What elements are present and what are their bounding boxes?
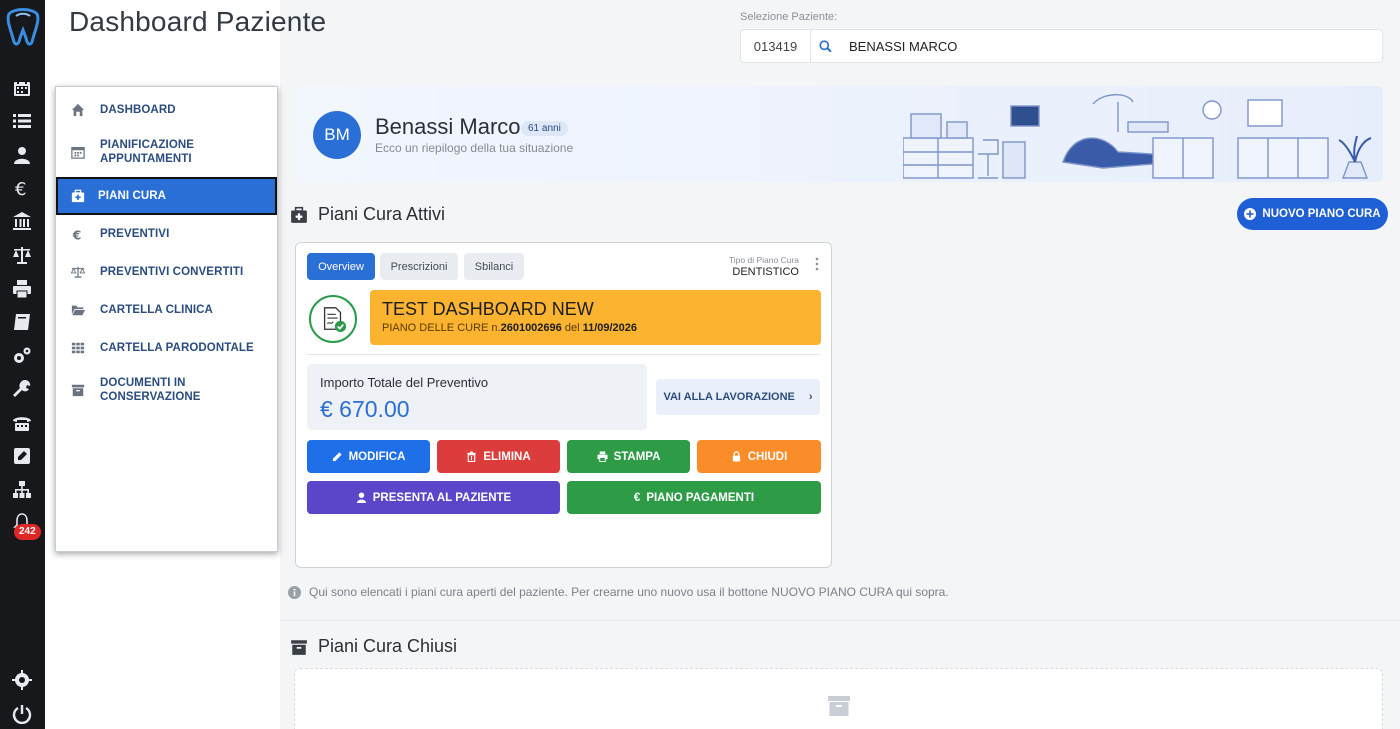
- sidebar-item-cartella-clinica[interactable]: CARTELLA CLINICA: [56, 299, 277, 321]
- archive-icon: [290, 638, 308, 656]
- tab-overview[interactable]: Overview: [307, 253, 375, 280]
- svg-text:€: €: [72, 228, 82, 241]
- sidebar-item-cartella-parodontale[interactable]: CARTELLA PARODONTALE: [56, 337, 277, 359]
- sidebar-item-dashboard[interactable]: DASHBOARD: [56, 99, 277, 121]
- modifica-button[interactable]: MODIFICA: [307, 440, 430, 473]
- book-icon[interactable]: [10, 310, 34, 334]
- total-box: Importo Totale del Preventivo € 670.00: [307, 364, 647, 430]
- total-value: € 670.00: [320, 396, 410, 422]
- user-icon: [356, 492, 366, 503]
- chevron-right-icon: ›: [808, 391, 813, 403]
- info-note: Qui sono elencati i piani cura aperti de…: [288, 585, 949, 599]
- sitemap-icon[interactable]: [10, 478, 34, 502]
- euro-icon[interactable]: €: [10, 176, 34, 200]
- sidebar-item-preventivi-convertiti[interactable]: PREVENTIVI CONVERTITI: [56, 261, 277, 283]
- plan-subtitle: PIANO DELLE CURE n.2601002696 del 11/09/…: [382, 322, 638, 334]
- info-icon: [288, 585, 301, 599]
- settings-icon[interactable]: [10, 668, 34, 692]
- grid-icon: [56, 341, 100, 355]
- closed-plans-empty: [294, 668, 1383, 729]
- tab-sbilanci[interactable]: Sbilanci: [464, 253, 524, 280]
- total-label: Importo Totale del Preventivo: [320, 375, 489, 390]
- archive-icon: [828, 696, 850, 716]
- app-logo[interactable]: [4, 6, 42, 48]
- avatar: BM: [313, 111, 361, 159]
- patient-header: BM Benassi Marco 61 anni Ecco un riepilo…: [294, 86, 1383, 182]
- stampa-button[interactable]: STAMPA: [567, 440, 690, 473]
- elimina-button[interactable]: ELIMINA: [437, 440, 560, 473]
- lock-icon: [732, 451, 740, 462]
- patient-code[interactable]: 013419: [741, 30, 811, 62]
- calendar-icon[interactable]: [10, 76, 34, 100]
- edit-icon[interactable]: [10, 444, 34, 468]
- go-to-work-button[interactable]: VAI ALLA LAVORAZIONE ›: [656, 379, 820, 415]
- approved-document-icon: [309, 295, 357, 343]
- divider: [307, 354, 820, 355]
- fax-icon[interactable]: [10, 411, 34, 435]
- scale-icon: [56, 265, 100, 279]
- home-icon: [56, 103, 100, 117]
- folder-open-icon: [56, 303, 100, 317]
- piano-pagamenti-button[interactable]: € PIANO PAGAMENTI: [567, 481, 821, 514]
- plan-banner[interactable]: TEST DASHBOARD NEW PIANO DELLE CURE n.26…: [370, 290, 821, 345]
- printer-icon[interactable]: [10, 277, 34, 301]
- presenta-button[interactable]: PRESENTA AL PAZIENTE: [307, 481, 560, 514]
- section-divider: [280, 620, 1400, 621]
- search-icon[interactable]: [811, 39, 839, 53]
- chiudi-button[interactable]: CHIUDI: [697, 440, 821, 473]
- calendar-icon: [56, 145, 100, 159]
- more-options-icon[interactable]: [815, 257, 819, 271]
- active-plans-title: Piani Cura Attivi: [318, 204, 446, 224]
- patient-select-name[interactable]: BENASSI MARCO: [849, 39, 957, 54]
- patient-subtitle: Ecco un riepilogo della tua situazione: [375, 141, 574, 155]
- patient-name: Benassi Marco: [375, 114, 521, 139]
- power-icon[interactable]: [10, 702, 34, 726]
- page-title: Dashboard Paziente: [69, 6, 327, 37]
- users-icon[interactable]: [10, 143, 34, 167]
- wrench-icon[interactable]: [10, 377, 34, 401]
- plan-type-value: DENTISTICO: [732, 266, 799, 278]
- dental-office-illustration: [903, 94, 1372, 179]
- notification-badge[interactable]: 242: [14, 524, 41, 540]
- scale-icon[interactable]: [10, 243, 34, 267]
- plan-title: TEST DASHBOARD NEW: [382, 299, 594, 319]
- patient-select-field[interactable]: 013419 BENASSI MARCO: [740, 29, 1383, 63]
- euro-icon: €: [56, 227, 100, 241]
- medkit-icon: [290, 206, 308, 224]
- svg-text:€: €: [15, 179, 26, 198]
- plus-circle-icon: [1244, 208, 1257, 220]
- sidebar-item-pianificazione[interactable]: PIANIFICAZIONE APPUNTAMENTI: [56, 137, 277, 167]
- age-badge: 61 anni: [521, 121, 568, 136]
- pencil-icon: [332, 452, 342, 462]
- sidebar-item-preventivi[interactable]: € PREVENTIVI: [56, 223, 277, 245]
- sidebar-item-piani-cura[interactable]: PIANI CURA: [56, 177, 277, 215]
- plan-type-label: Tipo di Piano Cura: [728, 255, 799, 265]
- bank-icon[interactable]: [10, 209, 34, 233]
- patient-select-label: Selezione Paziente:: [740, 11, 838, 23]
- printer-icon: [597, 451, 608, 462]
- cogs-icon[interactable]: [10, 344, 34, 368]
- plan-card: Overview Prescrizioni Sbilanci Tipo di P…: [295, 242, 832, 568]
- app-rail: € 242: [0, 0, 45, 729]
- medkit-icon: [58, 189, 98, 203]
- tab-prescrizioni[interactable]: Prescrizioni: [380, 253, 458, 280]
- list-icon[interactable]: [10, 109, 34, 133]
- sidebar-menu: DASHBOARD PIANIFICAZIONE APPUNTAMENTI PI…: [55, 86, 278, 552]
- closed-plans-title: Piani Cura Chiusi: [318, 636, 458, 656]
- archive-icon: [56, 383, 100, 397]
- euro-icon: €: [633, 491, 641, 504]
- trash-icon: [467, 451, 476, 462]
- sidebar-item-documenti[interactable]: DOCUMENTI IN CONSERVAZIONE: [56, 375, 277, 405]
- new-plan-button[interactable]: NUOVO PIANO CURA: [1237, 198, 1388, 230]
